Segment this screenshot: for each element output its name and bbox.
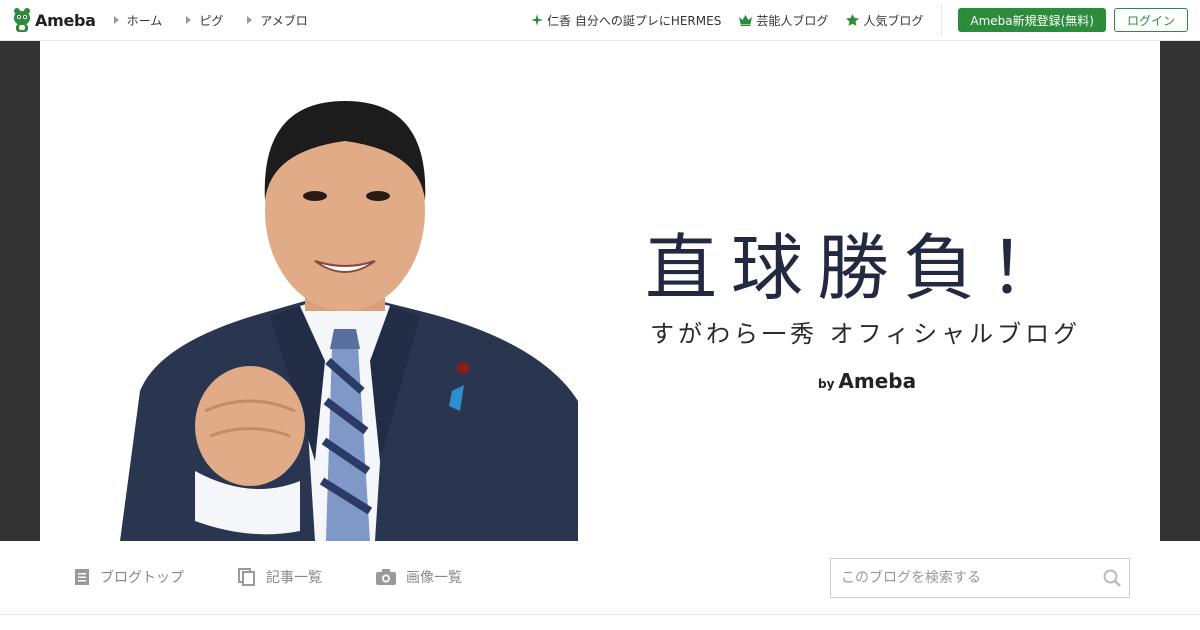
- search-icon: [1103, 569, 1121, 587]
- blog-subtitle: すがわら一秀 オフィシャルブログ: [650, 320, 1082, 348]
- document-icon: [75, 569, 89, 585]
- nav-arrow-icon: [113, 16, 119, 24]
- nav-item-pigg[interactable]: ピグ: [186, 12, 223, 29]
- search-button[interactable]: [1095, 569, 1129, 587]
- nav-arrow-icon: [247, 16, 253, 24]
- ameba-mascot-icon: [14, 8, 30, 32]
- camera-icon: [376, 569, 396, 585]
- blog-tabs: ブログトップ 記事一覧 画像一覧: [74, 567, 516, 587]
- tab-label: ブログトップ: [100, 570, 184, 586]
- blog-header-banner[interactable]: 直球勝負！ すがわら一秀 オフィシャルブログ by Ameba: [40, 41, 1160, 541]
- by-brand: Ameba: [838, 369, 917, 393]
- blog-search: [830, 558, 1130, 598]
- nav-label: アメブロ: [260, 13, 308, 28]
- star-icon: [846, 14, 860, 26]
- header-right: 仁香 自分への誕プレにHERMES 芸能人ブログ 人気ブログ Ameba新規登録…: [531, 0, 1200, 41]
- nav-item-home[interactable]: ホーム: [113, 12, 163, 29]
- featured-topic-link[interactable]: 仁香 自分への誕プレにHERMES: [531, 12, 721, 29]
- ninki-blog-link[interactable]: 人気ブログ: [846, 12, 923, 29]
- blog-subnav: ブログトップ 記事一覧 画像一覧: [0, 541, 1200, 615]
- by-prefix: by: [818, 377, 835, 391]
- search-input[interactable]: [831, 559, 1095, 597]
- header-divider: [941, 4, 943, 36]
- tab-blog-top[interactable]: ブログトップ: [74, 567, 184, 587]
- register-button[interactable]: Ameba新規登録(無料): [958, 8, 1106, 32]
- tab-label: 記事一覧: [266, 570, 322, 586]
- logo-wordmark: Ameba: [35, 10, 96, 30]
- header-image-area: 直球勝負！ すがわら一秀 オフィシャルブログ by Ameba: [0, 41, 1200, 541]
- tab-image-list[interactable]: 画像一覧: [376, 567, 462, 587]
- ameba-logo[interactable]: Ameba: [12, 0, 96, 41]
- by-ameba-logo: by Ameba: [818, 369, 916, 393]
- blog-title: 直球勝負！: [645, 226, 1076, 310]
- featured-topic-label: 仁香 自分への誕プレにHERMES: [547, 13, 722, 28]
- nav-label: ピグ: [199, 13, 224, 28]
- politician-portrait: [120, 101, 578, 541]
- tab-entry-list[interactable]: 記事一覧: [238, 567, 322, 587]
- nav-label: ホーム: [126, 13, 163, 28]
- global-nav: ホーム ピグ アメブロ: [113, 12, 332, 29]
- login-button[interactable]: ログイン: [1113, 8, 1188, 32]
- nav-arrow-icon: [186, 16, 192, 24]
- geinou-blog-link[interactable]: 芸能人ブログ: [739, 12, 828, 29]
- top-header: Ameba ホーム ピグ アメブロ 仁香 自分への誕プレにHERMES 芸能人ブ…: [0, 0, 1200, 41]
- crown-icon: [739, 14, 753, 26]
- tab-label: 画像一覧: [406, 570, 462, 586]
- ninki-blog-label: 人気ブログ: [863, 13, 924, 28]
- geinou-blog-label: 芸能人ブログ: [756, 13, 829, 28]
- pages-icon: [238, 568, 255, 586]
- sparkle-icon: [531, 14, 544, 26]
- nav-item-ameblo[interactable]: アメブロ: [247, 12, 308, 29]
